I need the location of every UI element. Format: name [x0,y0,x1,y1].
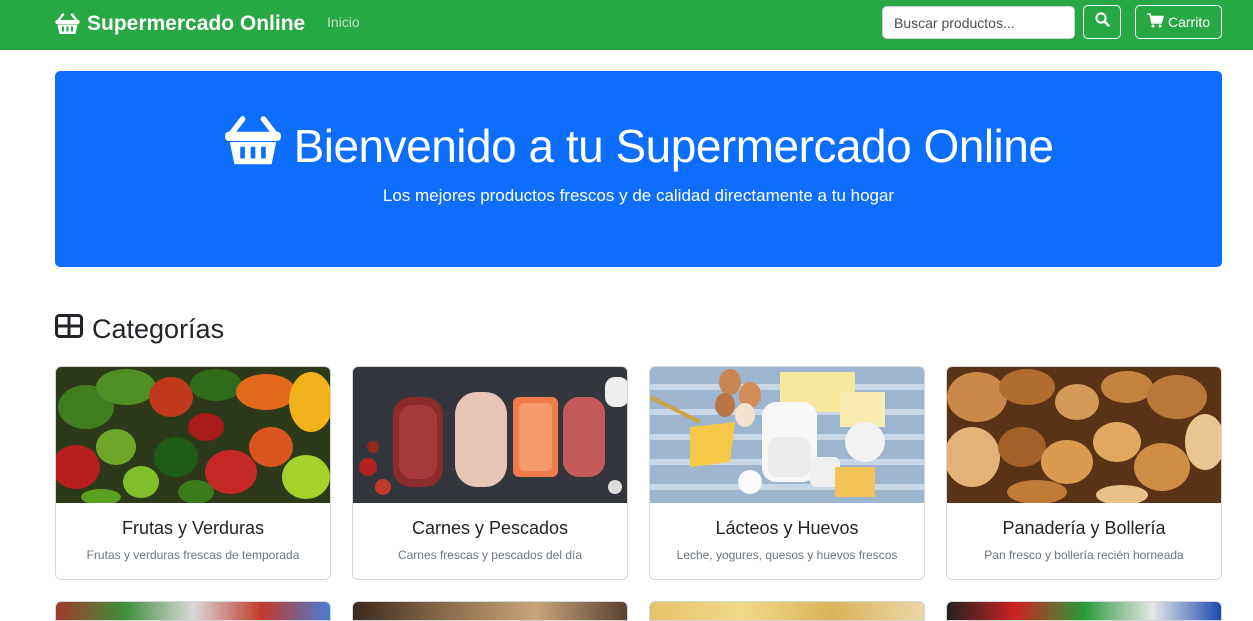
card-text: Pan fresco y bollería recién horneada [984,548,1184,562]
grid-icon [55,313,83,345]
card-title: Carnes y Pescados [411,518,569,538]
categories-heading: Categorías [55,311,224,347]
card-title: Lácteos y Huevos [715,518,859,538]
brand-text: Supermercado Online [87,12,306,35]
card-title: Panadería y Bollería [1002,518,1166,538]
search-button[interactable] [1083,5,1121,39]
card-text: Leche, yogures, quesos y huevos frescos [676,548,898,562]
cart-label: Carrito [1167,14,1210,30]
category-card-row2-2[interactable] [352,601,628,621]
card-text: Carnes frescas y pescados del día [397,548,583,562]
category-card-carnes[interactable]: Carnes y Pescados Carnes frescas y pesca… [352,366,628,580]
bakery-image [947,367,1221,503]
navbar: Supermercado Online Inicio Carrito [0,0,1253,50]
dairy-eggs-image [650,367,924,503]
search-input[interactable] [882,6,1075,39]
category-card-row2-4[interactable] [946,601,1222,621]
cart-icon [1147,13,1164,31]
basket-icon [55,13,80,35]
cart-button[interactable]: Carrito [1135,5,1222,39]
categories-title: Categorías [92,313,225,344]
brand-link[interactable]: Supermercado Online [55,9,305,39]
hero-banner: Bienvenido a tu Supermercado Online Los … [55,71,1222,267]
nav-link-inicio[interactable]: Inicio [327,14,360,30]
basket-icon [224,115,282,178]
hero-title-text: Bienvenido a tu Supermercado Online [293,120,1054,172]
card-title: Frutas y Verduras [121,518,265,538]
category-card-row2-1[interactable] [55,601,331,621]
category-card-frutas[interactable]: Frutas y Verduras Frutas y verduras fres… [55,366,331,580]
meat-fish-image [353,367,627,503]
card-text: Frutas y verduras frescas de temporada [86,548,300,562]
search-icon [1094,12,1110,32]
category-card-panaderia[interactable]: Panadería y Bollería Pan fresco y boller… [946,366,1222,580]
fruits-vegetables-image [56,367,330,503]
category-card-row2-3[interactable] [649,601,925,621]
hero-subtitle: Los mejores productos frescos y de calid… [382,186,895,205]
category-card-lacteos[interactable]: Lácteos y Huevos Leche, yogures, quesos … [649,366,925,580]
hero-title: Bienvenido a tu Supermercado Online [55,115,1222,178]
